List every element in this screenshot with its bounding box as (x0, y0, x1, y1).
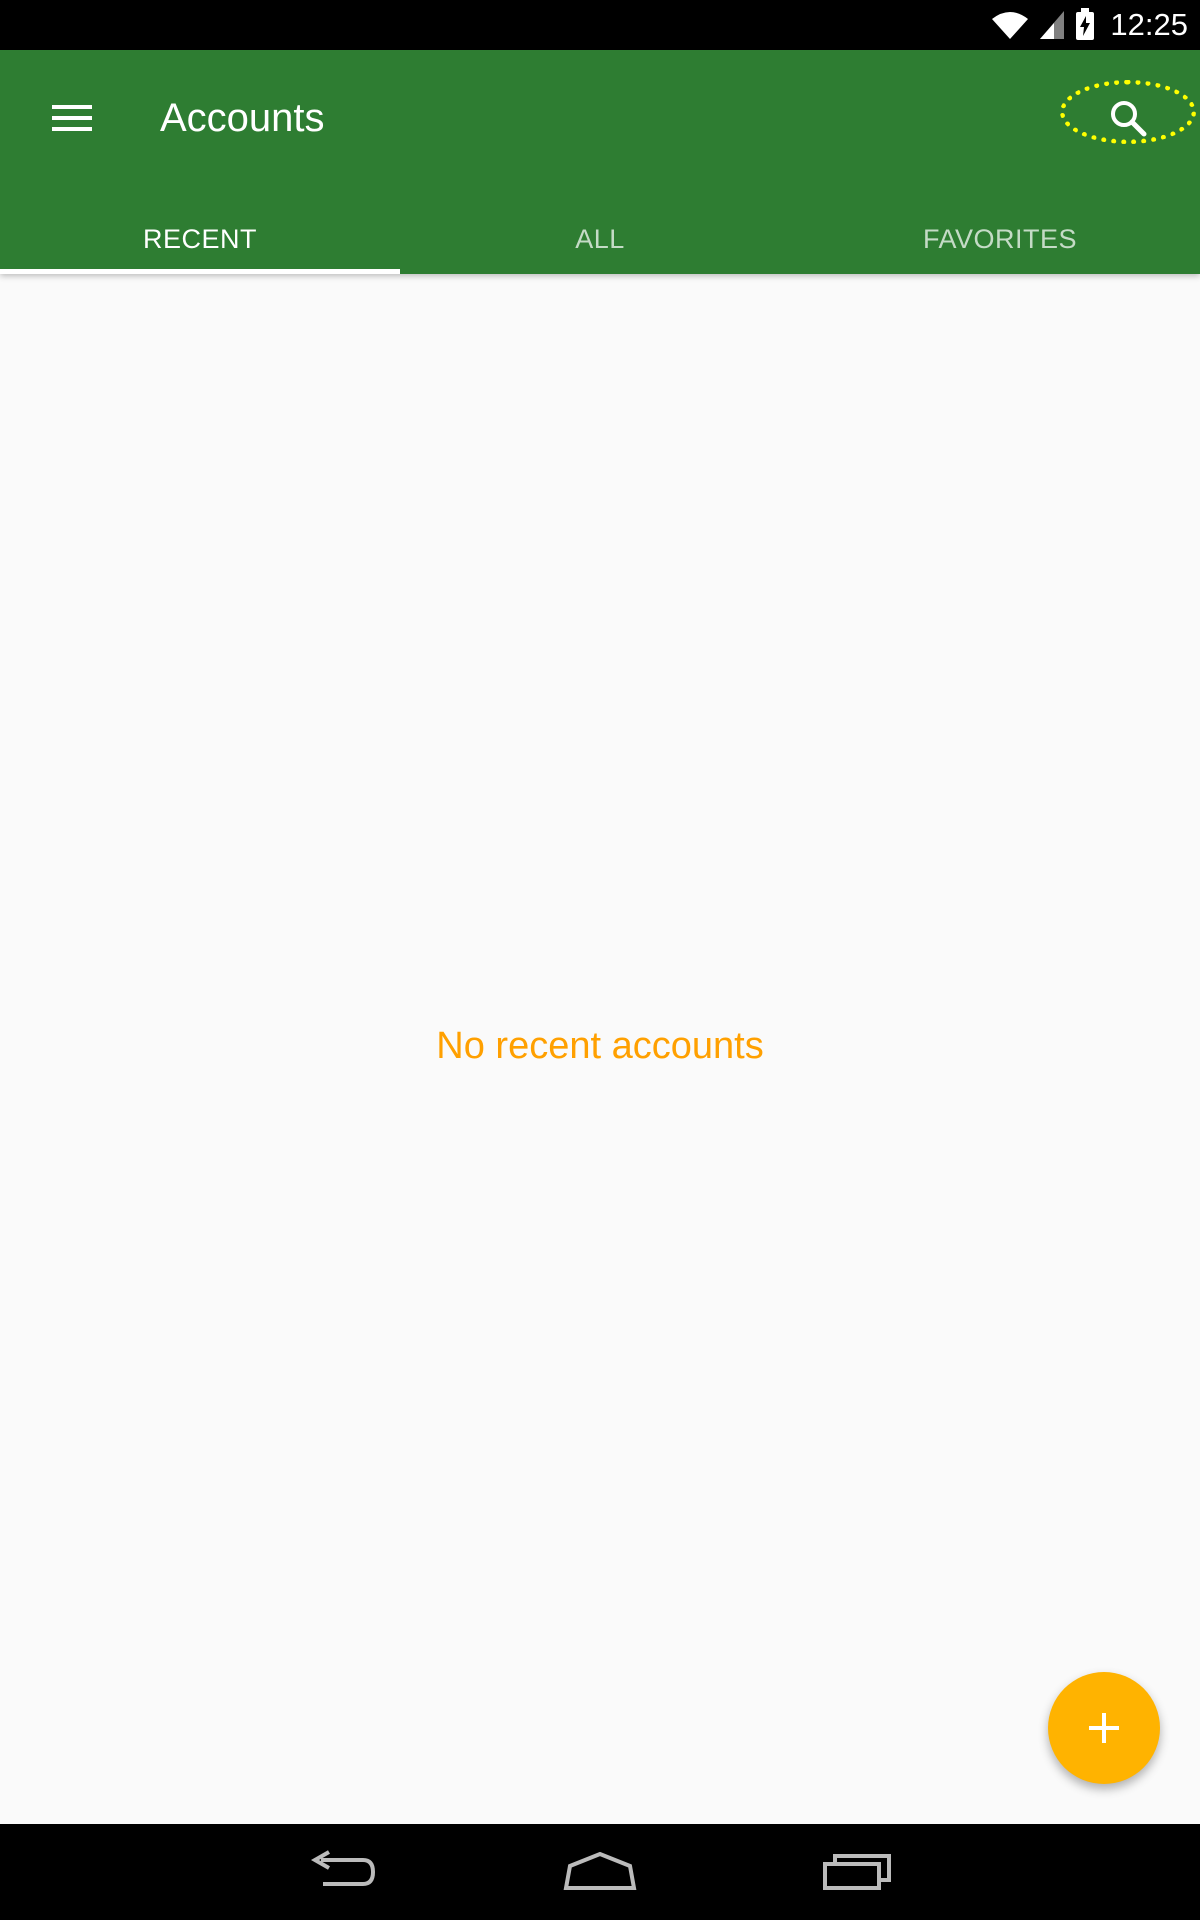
add-account-button[interactable] (1048, 1672, 1160, 1784)
hamburger-menu-icon (52, 105, 92, 131)
recent-apps-button[interactable] (812, 1842, 902, 1902)
tab-recent[interactable]: RECENT (0, 204, 400, 274)
menu-button[interactable] (44, 94, 100, 142)
status-icons: 12:25 (990, 6, 1188, 44)
status-time: 12:25 (1110, 7, 1188, 42)
home-icon (563, 1852, 637, 1890)
tab-bar: RECENT ALL FAVORITES (0, 204, 1200, 274)
tab-label: ALL (575, 223, 625, 254)
plus-icon (1089, 1713, 1119, 1743)
battery-charging-icon (1076, 8, 1095, 40)
search-button[interactable] (1060, 80, 1200, 156)
wifi-icon (992, 12, 1029, 39)
back-icon (310, 1850, 376, 1886)
page-title: Accounts (160, 96, 325, 140)
empty-state-message: No recent accounts (436, 1025, 764, 1067)
navigation-bar (0, 1824, 1200, 1920)
home-button[interactable] (555, 1842, 645, 1902)
tab-label: FAVORITES (922, 223, 1078, 254)
search-icon (1111, 101, 1147, 137)
cell-signal-icon (1040, 11, 1065, 39)
tab-label: RECENT (142, 223, 257, 254)
tab-indicator (0, 269, 400, 274)
recent-apps-icon (823, 1854, 891, 1890)
app-bar: Accounts RECENT ALL FAVORITES (0, 50, 1200, 274)
status-bar: 12:25 (0, 0, 1200, 50)
back-button[interactable] (298, 1842, 388, 1902)
tab-all[interactable]: ALL (400, 204, 800, 274)
tab-favorites[interactable]: FAVORITES (800, 204, 1200, 274)
